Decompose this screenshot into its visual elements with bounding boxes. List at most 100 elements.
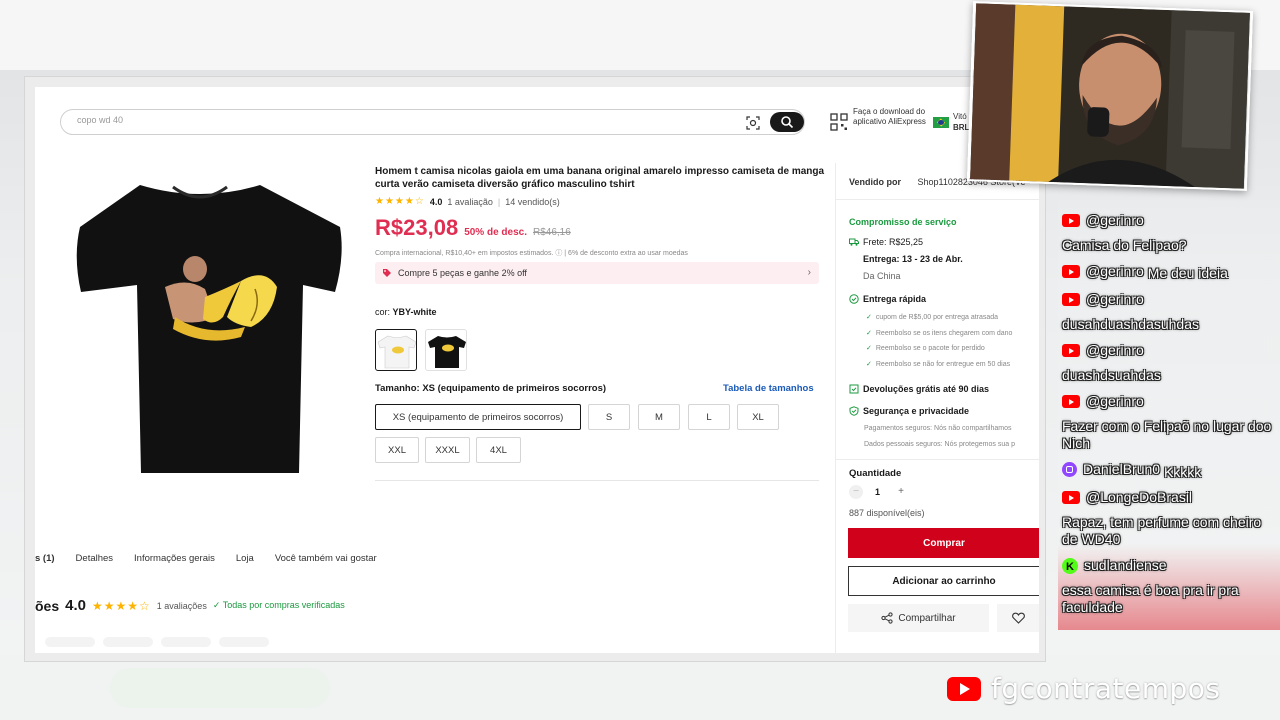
chat-text: Camisa do Felipao? xyxy=(1062,237,1187,253)
browser-window: Faça o download do aplicativo AliExpress… xyxy=(24,76,1046,662)
channel-brand: fgcontratempos xyxy=(947,672,1221,705)
youtube-icon xyxy=(1062,214,1080,227)
color-label: cor: YBY-white xyxy=(375,307,437,317)
chat-message: @gerinro xyxy=(1062,291,1276,310)
quantity-value[interactable]: 1 xyxy=(875,487,880,497)
qr-code-icon[interactable] xyxy=(830,113,848,131)
size-option-xxxl[interactable]: XXXL xyxy=(425,437,470,463)
add-to-cart-button[interactable]: Adicionar ao carrinho xyxy=(848,566,1039,596)
chat-text: Me deu ideia xyxy=(1147,265,1228,281)
delivery-text: Entrega: 13 - 23 de Abr. xyxy=(863,254,963,264)
wishlist-button[interactable] xyxy=(997,604,1039,632)
review-count-link[interactable]: 1 avaliação xyxy=(447,197,493,207)
security-data: Dados pessoais seguros: Nós protegemos s… xyxy=(864,441,1015,448)
size-option-xl[interactable]: XL xyxy=(737,404,779,430)
product-title: Homem t camisa nicolas gaiola em uma ban… xyxy=(375,166,825,190)
sold-count: 14 vendido(s) xyxy=(505,196,560,207)
color-swatch-black[interactable] xyxy=(425,329,467,371)
detail-tabs: s (1) Detalhes Informações gerais Loja V… xyxy=(35,553,398,564)
chat-text: duashdsuahdas xyxy=(1062,367,1161,383)
chat-message: @gerinro Me deu ideia xyxy=(1062,263,1276,282)
color-value: YBY-white xyxy=(392,307,437,317)
guarantee-text: Reembolso se não for entregue em 50 dias xyxy=(875,360,1011,368)
chat-username: @gerinro xyxy=(1086,263,1144,279)
filter-pill[interactable] xyxy=(219,637,269,647)
tab-general-info[interactable]: Informações gerais xyxy=(134,553,215,564)
size-option-xs[interactable]: XS (equipamento de primeiros socorros) xyxy=(375,404,581,430)
rating-stars: ★★★★☆ xyxy=(375,196,425,207)
shipping-row[interactable]: Frete: R$25,25 xyxy=(849,237,923,247)
size-option-m[interactable]: M xyxy=(638,404,680,430)
locale-selector[interactable]: Vitó BRL xyxy=(953,111,969,133)
locale-name: Vitó xyxy=(953,112,967,121)
review-filter-pills xyxy=(45,637,269,647)
security-row[interactable]: Segurança e privacidade xyxy=(849,406,969,416)
returns-row[interactable]: Devoluções grátis até 90 dias xyxy=(849,384,989,394)
chat-username: @LongeDoBrasil xyxy=(1086,489,1193,505)
twitch-icon xyxy=(1062,462,1077,477)
tab-reviews[interactable]: s (1) xyxy=(35,553,55,564)
check-icon: ✓ xyxy=(866,329,872,337)
live-chat-overlay: @gerinro Camisa do Felipao? @gerinro Me … xyxy=(1058,200,1280,630)
reviews-score: 4.0 xyxy=(65,597,86,614)
youtube-logo-icon xyxy=(947,676,981,701)
chat-username: @gerinro xyxy=(1086,212,1144,228)
quantity-decrease-button[interactable]: − xyxy=(849,485,863,499)
youtube-icon xyxy=(1062,491,1080,504)
tab-recommendations[interactable]: Você também vai gostar xyxy=(275,553,377,564)
currency-label: BRL xyxy=(953,123,970,132)
size-option-4xl[interactable]: 4XL xyxy=(476,437,521,463)
divider xyxy=(375,480,819,481)
youtube-icon xyxy=(1062,344,1080,357)
app-download-link[interactable]: Faça o download do aplicativo AliExpress xyxy=(853,107,933,127)
tab-details[interactable]: Detalhes xyxy=(76,553,114,564)
filter-pill[interactable] xyxy=(103,637,153,647)
chat-text: dusahduashdasuhdas xyxy=(1062,316,1200,332)
channel-name: fgcontratempos xyxy=(991,672,1221,705)
chat-message: @gerinro xyxy=(1062,393,1276,412)
buy-now-button[interactable]: Comprar xyxy=(848,528,1039,558)
verified-purchases: ✓ Todas por compras verificadas xyxy=(212,600,345,610)
quantity-increase-button[interactable]: + xyxy=(894,485,908,499)
black-shirt-thumbnail xyxy=(428,336,466,368)
share-button[interactable]: Compartilhar xyxy=(848,604,989,632)
discount-badge: 50% de desc. xyxy=(464,227,527,238)
search-button[interactable] xyxy=(770,112,804,132)
color-label-text: cor: xyxy=(375,307,391,317)
size-option-s[interactable]: S xyxy=(588,404,630,430)
shield-icon xyxy=(849,406,859,416)
tab-store[interactable]: Loja xyxy=(236,553,254,564)
search-input[interactable] xyxy=(77,115,717,125)
ship-origin: Da China xyxy=(863,271,901,281)
search-bar xyxy=(60,109,805,135)
returns-label: Devoluções grátis até 90 dias xyxy=(863,384,990,394)
guarantee-item: ✓ Reembolso se os itens chegarem com dano xyxy=(866,326,1012,342)
guarantee-text: Reembolso se os itens chegarem com dano xyxy=(875,329,1013,337)
filter-pill[interactable] xyxy=(161,637,211,647)
size-option-l[interactable]: L xyxy=(688,404,730,430)
size-label: Tamanho: XS (equipamento de primeiros so… xyxy=(375,383,607,394)
delivery-date: Entrega: 13 - 23 de Abr. xyxy=(863,254,963,264)
current-price: R$23,08 xyxy=(375,215,459,240)
youtube-icon xyxy=(1062,395,1080,408)
purchase-panel: Vendido por Shop1102823046 Store(Ve Comp… xyxy=(835,163,1039,653)
chat-username: @gerinro xyxy=(1086,291,1144,307)
promo-banner[interactable]: Compre 5 peças e ganhe 2% off › xyxy=(375,262,819,284)
kick-icon xyxy=(1062,557,1078,576)
chat-text: essa camisa é boa pra ir pra faculdade xyxy=(1062,582,1239,615)
chat-username: DanielBrun0 xyxy=(1083,461,1161,477)
chat-message: @gerinro xyxy=(1062,212,1276,231)
guarantee-item: ✓ Reembolso se o pacote for perdido xyxy=(866,341,1012,357)
image-search-icon[interactable] xyxy=(745,115,761,131)
product-image[interactable] xyxy=(55,177,345,477)
chat-username: @gerinro xyxy=(1086,393,1144,409)
size-table-link[interactable]: Tabela de tamanhos xyxy=(723,383,814,394)
color-swatch-white[interactable] xyxy=(375,329,417,371)
reviews-header: ões 4.0 ★★★★☆ 1 avaliações ✓ Todas por c… xyxy=(35,597,345,614)
size-option-xxl[interactable]: XXL xyxy=(375,437,419,463)
guarantee-text: Reembolso se o pacote for perdido xyxy=(875,345,985,352)
filter-pill[interactable] xyxy=(45,637,95,647)
separator: | xyxy=(497,196,501,207)
white-shirt-thumbnail xyxy=(377,335,416,369)
promo-text: Compre 5 peças e ganhe 2% off xyxy=(398,268,527,278)
